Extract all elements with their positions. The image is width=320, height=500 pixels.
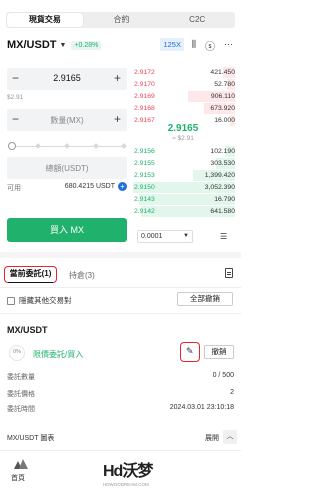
order-pair: MX/USDT [7,325,48,335]
nav-home-label[interactable]: 首頁 [11,473,25,483]
precision-value: 0.0001 [141,233,163,240]
amount-placeholder: 數量(MX) [50,116,84,125]
watermark-main: Hd沃梦 [103,463,153,480]
tab-open-orders[interactable]: 當前委託(1) [4,266,57,283]
last-price-usd: ≈ $2.91 [172,135,194,142]
chart-bar-label: MX/USDT 圖表 [7,435,55,442]
tab-positions[interactable]: 持倉(3) [69,270,95,281]
bid-row[interactable]: 2.9143 16.790 [131,194,235,205]
bid-row[interactable]: 2.9155 303.530 [131,158,235,169]
price-input[interactable]: − 2.9165 + [7,68,127,90]
bid-row[interactable]: 2.9156 102.190 [131,146,235,157]
ask-row[interactable]: 2.9172 421.450 [131,67,235,78]
expand-chart-link[interactable]: 展開 [205,433,219,443]
ask-row[interactable]: 2.9170 52.780 [131,79,235,90]
top-tabs: 現貨交易 合約 C2C [6,12,235,28]
orderbook-layout-icon[interactable]: ☰ [220,232,227,241]
bid-row[interactable]: 2.9153 1,399.420 [131,170,235,181]
tab-futures[interactable]: 合約 [84,12,160,28]
edit-order-button[interactable]: ✎ [180,342,200,362]
pair-change-badge: +0.28% [71,40,102,50]
amount-input[interactable]: − 數量(MX) + [7,109,127,131]
tab-c2c[interactable]: C2C [159,12,235,28]
section-divider [0,252,241,258]
caret-down-icon[interactable]: ▼ [60,42,67,49]
order-history-icon[interactable] [225,268,233,278]
watermark: Hd沃梦 HDWOODREAM.COM [103,455,163,495]
total-input[interactable]: 總額(USDT) [7,157,127,179]
bid-row[interactable]: 2.9142 641.580 [131,206,235,217]
more-icon[interactable]: ··· [224,39,233,49]
amount-slider[interactable] [8,142,127,150]
pencil-icon: ✎ [186,346,194,356]
price-usd: $2.91 [7,94,24,101]
pair-selector[interactable]: MX/USDT [7,39,57,51]
slider-knob[interactable] [8,142,16,150]
dollar-circle-icon[interactable]: ⓢ [205,38,215,53]
hide-other-pairs-toggle[interactable]: 隱藏其他交易對 [7,295,72,306]
fill-progress: 0% [9,345,25,361]
row-divider [0,313,241,314]
precision-select[interactable]: 0.0001 ▼ [137,230,193,243]
leverage-badge[interactable]: 125X [160,38,184,51]
price-value: 2.9165 [53,73,81,83]
last-price[interactable]: 2.9165 [133,123,233,134]
watermark-sub: HDWOODREAM.COM [103,482,149,487]
available-amount: 680.4215 USDT [64,183,115,190]
pair-header: MX/USDT ▼ +0.28% 125X ⫼ ⓢ ··· [7,36,235,54]
cancel-all-button[interactable]: 全部撤銷 [177,292,233,306]
hide-other-pairs-label: 隱藏其他交易對 [19,296,72,305]
tabs-underline [0,287,241,288]
checkbox[interactable] [7,296,15,305]
chart-bar[interactable]: MX/USDT 圖表 展開 ︿ [0,426,241,448]
ask-row[interactable]: 2.9169 906.110 [131,91,235,102]
price-plus-icon[interactable]: + [114,71,121,85]
chevron-up-icon[interactable]: ︿ [223,430,237,444]
total-placeholder: 總額(USDT) [45,164,89,173]
buy-button[interactable]: 買入 MX [7,218,127,242]
home-logo-icon[interactable] [14,459,28,469]
available-label: 可用 [7,185,21,192]
cancel-order-button[interactable]: 撤銷 [204,345,234,359]
deposit-plus-icon[interactable]: + [118,182,127,191]
candlestick-icon[interactable]: ⫼ [192,39,196,50]
order-qty-row: 委託數量 0 / 500 [7,372,234,381]
caret-down-icon: ▼ [183,233,189,239]
ask-row[interactable]: 2.9168 673.920 [131,103,235,114]
order-time-row: 委託時間 2024.03.01 23:10:18 [7,404,234,413]
order-price-row: 委託價格 2 [7,389,234,398]
tab-spot[interactable]: 現貨交易 [7,13,83,27]
bid-row[interactable]: 2.9150 3,052.390 [131,182,235,193]
amount-plus-icon[interactable]: + [114,112,121,126]
available-balance: 可用 680.4215 USDT + [7,182,127,193]
order-type: 限價委託/買入 [33,350,84,359]
